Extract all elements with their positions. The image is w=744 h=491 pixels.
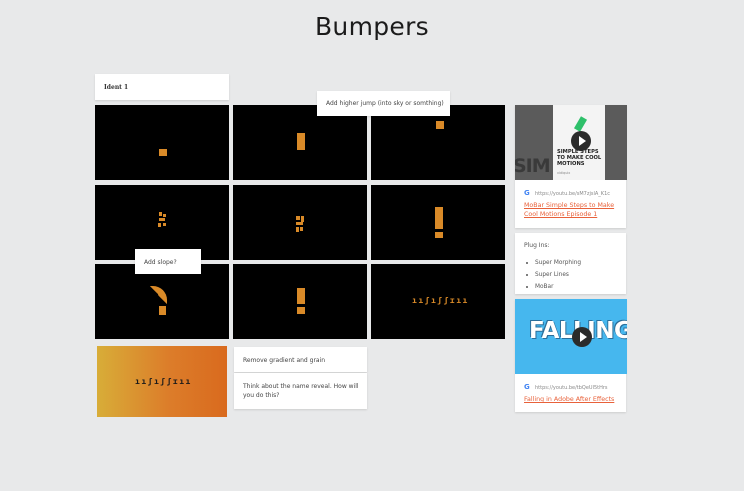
note-text: Add slope? xyxy=(144,259,177,266)
video-title-1[interactable]: MoBar Simple Steps to Make Cool Motions … xyxy=(524,201,622,219)
orange-fragment xyxy=(159,218,165,221)
thumbnail-text: SIMPLE STEPS TO MAKE COOL MOTIONS xyxy=(557,149,602,167)
orange-fragment xyxy=(296,216,300,220)
animation-frame-6[interactable] xyxy=(371,185,505,260)
exclamation-bar xyxy=(297,288,305,304)
video-thumbnail-1[interactable]: SIM PS SIMPLE STEPS TO MAKE COOL MOTIONS… xyxy=(515,105,627,180)
note-higher-jump[interactable]: Add higher jump (into sky or somthing) xyxy=(317,91,450,116)
green-bar xyxy=(573,116,588,132)
video-thumbnail-2[interactable]: FALLING xyxy=(515,299,627,374)
final-logo-text: ııʃıʃʃɪıı xyxy=(135,377,192,386)
animation-frame-7[interactable] xyxy=(95,264,229,339)
note-text: Remove gradient and grain xyxy=(243,357,326,364)
plugins-card[interactable]: Plug Ins: Super Morphing Super Lines MoB… xyxy=(515,233,626,294)
orange-fragment xyxy=(158,223,161,227)
animation-frame-1[interactable] xyxy=(95,105,229,180)
play-icon[interactable] xyxy=(572,327,592,347)
list-item: Super Lines xyxy=(525,269,581,281)
orange-fragment xyxy=(159,212,162,216)
exclamation-dot xyxy=(435,232,443,238)
animation-frame-8[interactable] xyxy=(233,264,367,339)
orange-fragment xyxy=(163,214,166,217)
google-icon: G xyxy=(524,383,530,391)
plugins-list: Super Morphing Super Lines MoBar xyxy=(525,257,581,293)
google-icon: G xyxy=(524,189,530,197)
page-title: Bumpers xyxy=(314,12,429,41)
video-link-card-2[interactable]: FALLING G https://youtu.be/tbQeUl5tHrs F… xyxy=(515,299,627,412)
video-url-1[interactable]: https://youtu.be/sM7zjslA_K1c xyxy=(535,191,610,197)
animation-frame-5[interactable] xyxy=(233,185,367,260)
thumbnail-brand: vidiquix xyxy=(557,171,571,175)
orange-block xyxy=(436,121,444,129)
exclamation-bar xyxy=(435,207,443,229)
logo-reveal-text: ııʃıʃʃɪıı xyxy=(412,296,469,305)
animation-frame-3[interactable] xyxy=(371,105,505,180)
play-icon[interactable] xyxy=(571,131,591,151)
ident-label: Ident 1 xyxy=(104,84,129,91)
hook-shape xyxy=(150,286,167,304)
exclamation-dot xyxy=(297,307,305,314)
video-link-card-1[interactable]: SIM PS SIMPLE STEPS TO MAKE COOL MOTIONS… xyxy=(515,105,627,228)
animation-frame-9[interactable]: ııʃıʃʃɪıı xyxy=(371,264,505,339)
video-url-2[interactable]: https://youtu.be/tbQeUl5tHrs xyxy=(535,385,608,391)
plugins-heading: Plug Ins: xyxy=(524,242,550,249)
orange-fragment xyxy=(296,227,299,232)
video-title-2[interactable]: Falling in Adobe After Effects xyxy=(524,395,622,404)
animation-frame-2[interactable] xyxy=(233,105,367,180)
orange-fragment xyxy=(300,227,303,231)
note-add-slope[interactable]: Add slope? xyxy=(135,249,201,274)
final-frame-gradient[interactable]: ııʃıʃʃɪıı xyxy=(97,346,227,417)
list-item: MoBar xyxy=(525,281,581,293)
orange-block xyxy=(297,133,305,150)
orange-fragment xyxy=(163,223,166,226)
note-remove-gradient[interactable]: Remove gradient and grain xyxy=(234,347,367,372)
orange-fragment xyxy=(296,222,303,225)
note-text: Add higher jump (into sky or somthing) xyxy=(326,100,444,107)
note-text: Think about the name reveal. How will yo… xyxy=(243,383,359,399)
hook-dot xyxy=(159,306,166,315)
note-name-reveal[interactable]: Think about the name reveal. How will yo… xyxy=(234,373,367,409)
orange-block xyxy=(159,149,167,156)
list-item: Super Morphing xyxy=(525,257,581,269)
ident-label-card[interactable]: Ident 1 xyxy=(95,74,229,100)
